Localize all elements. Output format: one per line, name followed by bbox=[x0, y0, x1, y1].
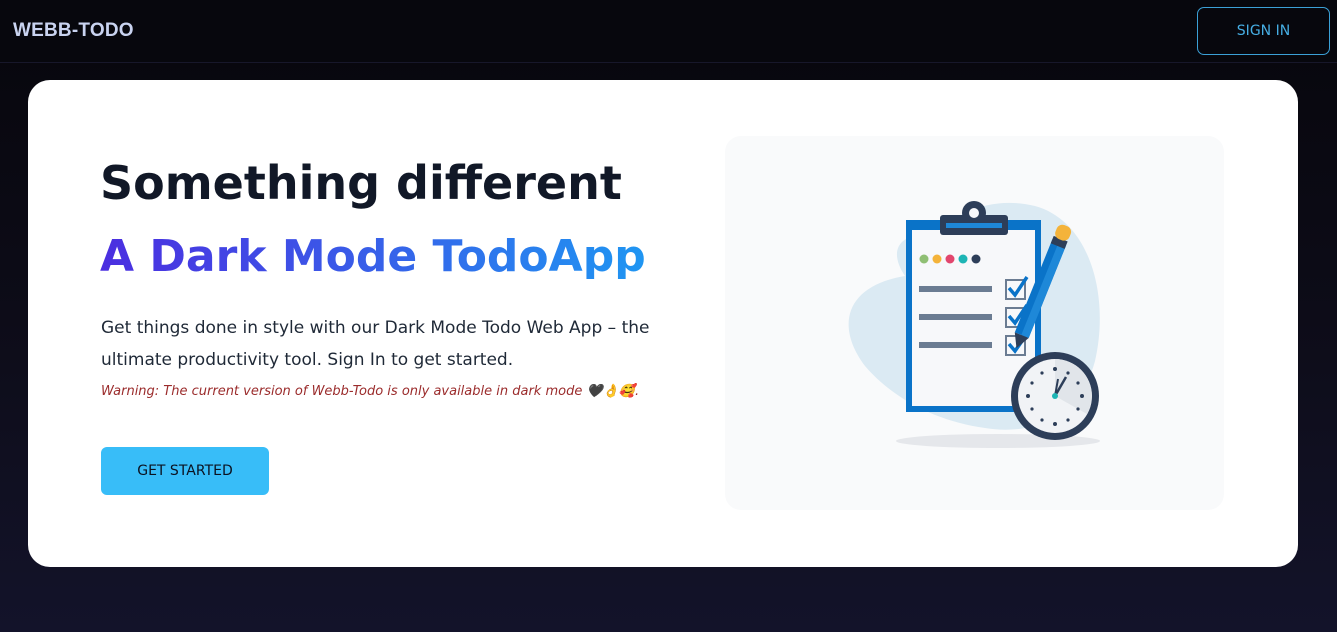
dark-mode-warning: Warning: The current version of Webb-Tod… bbox=[101, 384, 640, 399]
hero-illustration bbox=[725, 136, 1224, 510]
hero-gradient-title: A Dark Mode TodoApp bbox=[100, 231, 646, 282]
hero-card: Something different A Dark Mode TodoApp … bbox=[28, 80, 1298, 567]
get-started-button[interactable]: GET STARTED bbox=[101, 447, 269, 495]
navbar: WEBB-TODO SIGN IN bbox=[0, 0, 1337, 63]
brand-logo[interactable]: WEBB-TODO bbox=[13, 20, 134, 42]
todo-illustration bbox=[848, 201, 1100, 448]
clock-icon bbox=[1011, 352, 1099, 440]
hero-headline: Something different bbox=[100, 156, 622, 210]
sign-in-button[interactable]: SIGN IN bbox=[1197, 7, 1330, 55]
hero-description: Get things done in style with our Dark M… bbox=[101, 318, 650, 370]
